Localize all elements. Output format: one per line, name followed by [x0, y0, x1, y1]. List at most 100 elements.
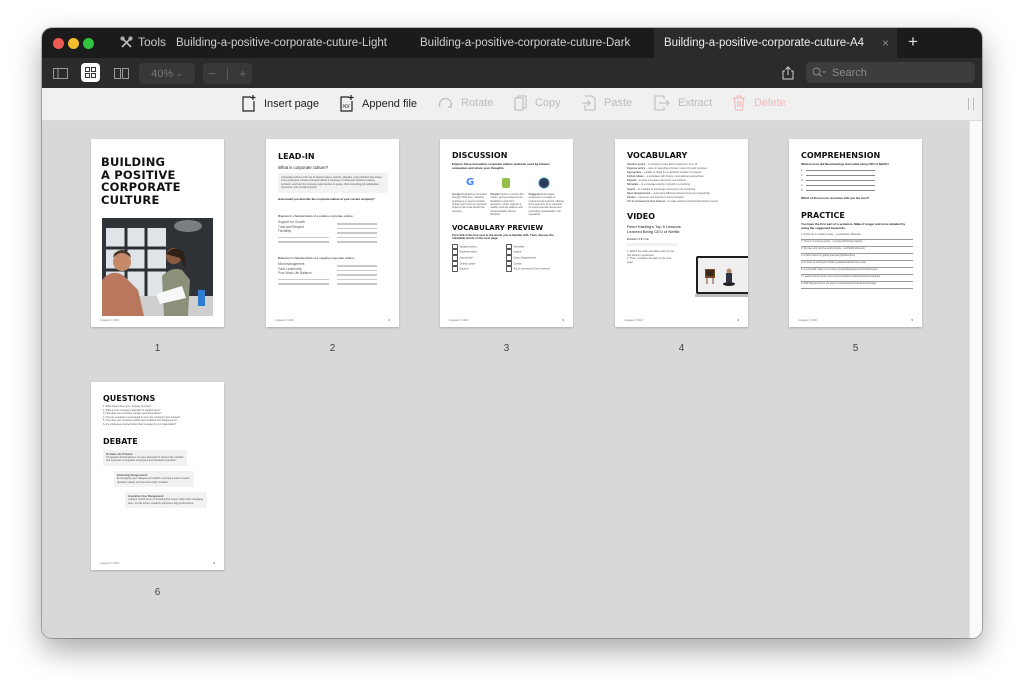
- zoom-in-button[interactable]: +: [239, 66, 247, 81]
- vocab-word: Global culture: [459, 262, 476, 266]
- question-item: 6. Are employees inspired rather than ma…: [103, 422, 177, 426]
- video-laptop-thumbnail[interactable]: [695, 255, 748, 299]
- page-footer: Linguaco © 2024: [798, 319, 817, 322]
- vocab-checkbox-item[interactable]: Act in (someone's) best interest: [506, 266, 562, 272]
- grid-icon: [85, 67, 96, 78]
- vocab-word: Expense policy: [459, 250, 477, 254]
- page-thumbnail-2[interactable]: LEAD-IN What is corporate culture? Corpo…: [266, 139, 399, 327]
- checkbox[interactable]: [452, 255, 458, 261]
- extract-button[interactable]: Extract: [654, 95, 712, 111]
- page-footer-number: 3: [562, 318, 564, 322]
- blank-line: [337, 283, 377, 285]
- page-thumbnail-6[interactable]: QUESTIONS 1. What values does your compa…: [91, 382, 224, 570]
- trash-icon: [733, 95, 745, 111]
- google-logo-icon: G: [465, 177, 475, 189]
- new-tab-button[interactable]: +: [908, 33, 918, 51]
- extract-icon: [654, 95, 670, 111]
- search-icon: [812, 67, 826, 77]
- tab-close-icon[interactable]: ×: [882, 28, 889, 58]
- tab-light[interactable]: Building-a-positive-corporate-cuture-Lig…: [176, 28, 387, 58]
- zoom-out-button[interactable]: −: [208, 66, 216, 81]
- checkbox[interactable]: [452, 266, 458, 272]
- page-grid: BUILDING A POSITIVE CORPORATE CULTURE Li…: [42, 121, 969, 638]
- share-button[interactable]: [780, 63, 796, 83]
- video-duration: Duration 3:37 min: [627, 236, 650, 241]
- page-thumbnail-4[interactable]: VOCABULARY Vacation policy – a company's…: [615, 139, 748, 327]
- term: Inspire: [627, 187, 636, 191]
- page-action-bar: Insert page PDF Append file Rotate Copy …: [42, 88, 982, 121]
- rotate-label: Rotate: [461, 96, 494, 109]
- page-footer-number: 2: [388, 318, 390, 322]
- close-window-button[interactable]: [53, 38, 64, 49]
- search-field[interactable]: [806, 62, 975, 83]
- two-page-view-button[interactable]: [110, 63, 132, 83]
- step-text: Then, complete the task on the next page…: [627, 257, 672, 264]
- toolbar: 40% ⌄ − +: [42, 58, 982, 88]
- step-text: Watch the video and take notes on the fi…: [627, 250, 675, 257]
- answer-line[interactable]: 5.: [801, 188, 875, 193]
- share-icon: [782, 66, 794, 80]
- definition: expressing differing opinions freely and…: [653, 191, 710, 195]
- page-thumbnail-1[interactable]: BUILDING A POSITIVE CORPORATE CULTURE Li…: [91, 139, 224, 327]
- page-footer: Linguaco © 2024: [100, 562, 119, 565]
- copy-button[interactable]: Copy: [514, 95, 561, 111]
- vocab-checkbox-item[interactable]: Expand: [452, 266, 500, 272]
- vocab-word: Candor: [513, 262, 523, 266]
- term: Open disagreement: [627, 191, 651, 195]
- append-file-label: Append file: [362, 97, 418, 110]
- blank-line: [337, 232, 377, 234]
- page-thumbnail-5[interactable]: COMPREHENSION What lessons did Reed Hast…: [789, 139, 922, 327]
- cover-title-line: CORPORATE: [101, 180, 181, 194]
- chevron-down-icon: ⌄: [176, 69, 183, 78]
- tab-a4-active[interactable]: Building-a-positive-corporate-cuture-A4 …: [654, 28, 897, 58]
- zoom-level-value: 40%: [151, 67, 174, 80]
- debate-card: Embracing Disagreement: Encouraging open…: [114, 470, 194, 487]
- zoom-level-select[interactable]: 40% ⌄: [139, 63, 195, 84]
- checkbox[interactable]: [506, 255, 512, 261]
- resonate-question: Which of the lessons resonates with you …: [801, 196, 870, 201]
- rotate-button[interactable]: Rotate: [438, 95, 493, 110]
- page-title: VOCABULARY: [627, 151, 688, 160]
- delete-label: Delete: [754, 97, 786, 109]
- append-file-button[interactable]: PDF Append file: [340, 95, 417, 112]
- page-title: DISCUSSION: [452, 151, 508, 160]
- paste-button[interactable]: Paste: [582, 95, 632, 111]
- section-title: VOCABULARY PREVIEW: [452, 223, 544, 232]
- stepper-divider: [227, 67, 228, 80]
- delete-button[interactable]: Delete: [732, 95, 786, 111]
- blank-line: [337, 265, 377, 267]
- page-thumbnail-3[interactable]: DISCUSSION Explore these innovative corp…: [440, 139, 573, 327]
- company-text: Fosters a remote-first culture, giving e…: [490, 192, 524, 217]
- page-footer: Linguaco © 2024: [100, 319, 119, 322]
- search-input[interactable]: [830, 65, 964, 80]
- vocab-word: Expand: [459, 267, 469, 271]
- term: Appropriate: [627, 171, 642, 175]
- grid-view-button[interactable]: [81, 63, 100, 82]
- tab-dark[interactable]: Building-a-positive-corporate-cuture-Dar…: [420, 28, 630, 58]
- term: Expand: [627, 179, 637, 183]
- vertical-scrollbar[interactable]: [969, 121, 982, 638]
- minimize-window-button[interactable]: [68, 38, 79, 49]
- definition: rules on spending company money for work…: [647, 167, 708, 171]
- definition: openness and honesty in communication: [638, 195, 684, 199]
- sidebar-view-button[interactable]: [49, 63, 71, 83]
- comprehension-question: What lessons did Reed Hastings learn whi…: [801, 162, 889, 166]
- blank-number: 5.: [801, 189, 804, 193]
- vocab-word: Act in (someone's) best interest: [513, 267, 550, 271]
- cover-title-line: BUILDING: [101, 155, 166, 169]
- tools-button[interactable]: Tools: [120, 35, 166, 49]
- resize-grip-icon[interactable]: [968, 98, 974, 110]
- zoom-window-button[interactable]: [83, 38, 94, 49]
- video-link[interactable]: [627, 243, 677, 247]
- svg-text:PDF: PDF: [343, 104, 351, 109]
- blank-line: [278, 283, 329, 285]
- insert-page-button[interactable]: Insert page: [242, 95, 319, 112]
- term: Stimulate: [627, 183, 639, 187]
- definition: suitable or fitting for a particular sit…: [643, 171, 702, 175]
- two-page-icon: [113, 67, 129, 79]
- term: Candor: [627, 195, 636, 199]
- term: Expense policy: [627, 167, 646, 171]
- checkbox[interactable]: [506, 266, 512, 272]
- blank-line: [337, 223, 377, 225]
- intro-text: Explore these innovative corporate cultu…: [452, 162, 550, 171]
